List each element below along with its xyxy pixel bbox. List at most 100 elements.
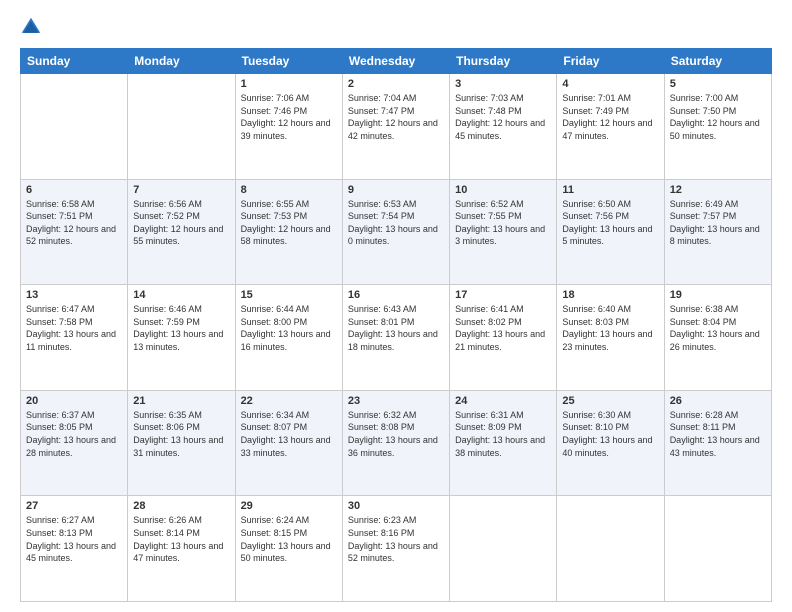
calendar-cell: 24 Sunrise: 6:31 AMSunset: 8:09 PMDayligh… [450, 390, 557, 496]
calendar-week-row: 20 Sunrise: 6:37 AMSunset: 8:05 PMDayligh… [21, 390, 772, 496]
calendar-cell: 27 Sunrise: 6:27 AMSunset: 8:13 PMDayligh… [21, 496, 128, 602]
calendar-cell: 21 Sunrise: 6:35 AMSunset: 8:06 PMDayligh… [128, 390, 235, 496]
calendar-cell: 1 Sunrise: 7:06 AMSunset: 7:46 PMDaylight… [235, 74, 342, 180]
calendar-week-row: 1 Sunrise: 7:06 AMSunset: 7:46 PMDaylight… [21, 74, 772, 180]
day-number: 13 [26, 289, 122, 301]
calendar: SundayMondayTuesdayWednesdayThursdayFrid… [20, 48, 772, 602]
header [20, 16, 772, 38]
day-number: 17 [455, 289, 551, 301]
calendar-cell: 23 Sunrise: 6:32 AMSunset: 8:08 PMDayligh… [342, 390, 449, 496]
calendar-cell: 6Sunrise: 6:58 AMSunset: 7:51 PMDaylight… [21, 179, 128, 285]
cell-info: Sunrise: 6:47 AMSunset: 7:58 PMDaylight:… [26, 303, 122, 353]
cell-info: Sunrise: 6:28 AMSunset: 8:11 PMDaylight:… [670, 409, 766, 459]
day-number: 7 [133, 184, 229, 196]
calendar-cell: 30 Sunrise: 6:23 AMSunset: 8:16 PMDayligh… [342, 496, 449, 602]
day-number: 6 [26, 184, 122, 196]
calendar-cell: 25 Sunrise: 6:30 AMSunset: 8:10 PMDayligh… [557, 390, 664, 496]
calendar-cell: 13 Sunrise: 6:47 AMSunset: 7:58 PMDayligh… [21, 285, 128, 391]
calendar-cell [450, 496, 557, 602]
calendar-cell: 9 Sunrise: 6:53 AMSunset: 7:54 PMDaylight… [342, 179, 449, 285]
calendar-cell: 20 Sunrise: 6:37 AMSunset: 8:05 PMDayligh… [21, 390, 128, 496]
calendar-cell: 12Sunrise: 6:49 AMSunset: 7:57 PMDayligh… [664, 179, 771, 285]
cell-info: Sunrise: 6:52 AMSunset: 7:55 PMDaylight:… [455, 198, 551, 248]
day-number: 3 [455, 78, 551, 90]
day-number: 18 [562, 289, 658, 301]
day-header-tuesday: Tuesday [235, 49, 342, 74]
cell-info: Sunrise: 6:41 AMSunset: 8:02 PMDaylight:… [455, 303, 551, 353]
calendar-cell: 16 Sunrise: 6:43 AMSunset: 8:01 PMDayligh… [342, 285, 449, 391]
calendar-cell [664, 496, 771, 602]
calendar-cell: 19Sunrise: 6:38 AMSunset: 8:04 PMDayligh… [664, 285, 771, 391]
cell-info: Sunrise: 6:40 AMSunset: 8:03 PMDaylight:… [562, 303, 658, 353]
day-number: 11 [562, 184, 658, 196]
day-number: 12 [670, 184, 766, 196]
day-number: 9 [348, 184, 444, 196]
calendar-cell: 29 Sunrise: 6:24 AMSunset: 8:15 PMDayligh… [235, 496, 342, 602]
calendar-cell: 22 Sunrise: 6:34 AMSunset: 8:07 PMDayligh… [235, 390, 342, 496]
cell-info: Sunrise: 6:32 AMSunset: 8:08 PMDaylight:… [348, 409, 444, 459]
cell-info: Sunrise: 6:23 AMSunset: 8:16 PMDaylight:… [348, 514, 444, 564]
calendar-week-row: 27 Sunrise: 6:27 AMSunset: 8:13 PMDayligh… [21, 496, 772, 602]
day-number: 14 [133, 289, 229, 301]
cell-info: Sunrise: 6:30 AMSunset: 8:10 PMDaylight:… [562, 409, 658, 459]
cell-info: Sunrise: 6:50 AMSunset: 7:56 PMDaylight:… [562, 198, 658, 248]
day-number: 22 [241, 395, 337, 407]
cell-info: Sunrise: 6:34 AMSunset: 8:07 PMDaylight:… [241, 409, 337, 459]
day-number: 28 [133, 500, 229, 512]
calendar-header-row: SundayMondayTuesdayWednesdayThursdayFrid… [21, 49, 772, 74]
cell-info: Sunrise: 6:26 AMSunset: 8:14 PMDaylight:… [133, 514, 229, 564]
day-number: 29 [241, 500, 337, 512]
calendar-cell: 28 Sunrise: 6:26 AMSunset: 8:14 PMDayligh… [128, 496, 235, 602]
calendar-cell: 15 Sunrise: 6:44 AMSunset: 8:00 PMDayligh… [235, 285, 342, 391]
day-number: 16 [348, 289, 444, 301]
calendar-cell: 7Sunrise: 6:56 AMSunset: 7:52 PMDaylight… [128, 179, 235, 285]
calendar-cell: 10 Sunrise: 6:52 AMSunset: 7:55 PMDayligh… [450, 179, 557, 285]
cell-info: Sunrise: 6:55 AMSunset: 7:53 PMDaylight:… [241, 198, 337, 248]
day-number: 10 [455, 184, 551, 196]
cell-info: Sunrise: 6:43 AMSunset: 8:01 PMDaylight:… [348, 303, 444, 353]
cell-info: Sunrise: 7:03 AMSunset: 7:48 PMDaylight:… [455, 92, 551, 142]
day-header-thursday: Thursday [450, 49, 557, 74]
day-number: 1 [241, 78, 337, 90]
day-number: 26 [670, 395, 766, 407]
cell-info: Sunrise: 6:44 AMSunset: 8:00 PMDaylight:… [241, 303, 337, 353]
cell-info: Sunrise: 6:35 AMSunset: 8:06 PMDaylight:… [133, 409, 229, 459]
day-number: 5 [670, 78, 766, 90]
cell-info: Sunrise: 7:06 AMSunset: 7:46 PMDaylight:… [241, 92, 337, 142]
day-number: 23 [348, 395, 444, 407]
day-number: 8 [241, 184, 337, 196]
calendar-cell: 14 Sunrise: 6:46 AMSunset: 7:59 PMDayligh… [128, 285, 235, 391]
day-number: 27 [26, 500, 122, 512]
calendar-cell: 4 Sunrise: 7:01 AMSunset: 7:49 PMDaylight… [557, 74, 664, 180]
day-header-sunday: Sunday [21, 49, 128, 74]
logo [20, 16, 46, 38]
day-number: 24 [455, 395, 551, 407]
cell-info: Sunrise: 6:27 AMSunset: 8:13 PMDaylight:… [26, 514, 122, 564]
day-header-friday: Friday [557, 49, 664, 74]
cell-info: Sunrise: 6:31 AMSunset: 8:09 PMDaylight:… [455, 409, 551, 459]
calendar-cell: 8 Sunrise: 6:55 AMSunset: 7:53 PMDaylight… [235, 179, 342, 285]
cell-info: Sunrise: 6:46 AMSunset: 7:59 PMDaylight:… [133, 303, 229, 353]
cell-info: Sunrise: 6:53 AMSunset: 7:54 PMDaylight:… [348, 198, 444, 248]
day-header-monday: Monday [128, 49, 235, 74]
calendar-cell: 18 Sunrise: 6:40 AMSunset: 8:03 PMDayligh… [557, 285, 664, 391]
day-number: 2 [348, 78, 444, 90]
logo-icon [20, 16, 42, 38]
cell-info: Sunrise: 6:24 AMSunset: 8:15 PMDaylight:… [241, 514, 337, 564]
day-number: 4 [562, 78, 658, 90]
calendar-cell: 17 Sunrise: 6:41 AMSunset: 8:02 PMDayligh… [450, 285, 557, 391]
calendar-cell: 11 Sunrise: 6:50 AMSunset: 7:56 PMDayligh… [557, 179, 664, 285]
cell-info: Sunrise: 7:04 AMSunset: 7:47 PMDaylight:… [348, 92, 444, 142]
calendar-cell: 26 Sunrise: 6:28 AMSunset: 8:11 PMDayligh… [664, 390, 771, 496]
cell-info: Sunrise: 7:01 AMSunset: 7:49 PMDaylight:… [562, 92, 658, 142]
day-number: 20 [26, 395, 122, 407]
day-number: 15 [241, 289, 337, 301]
day-number: 30 [348, 500, 444, 512]
day-number: 19 [670, 289, 766, 301]
day-number: 25 [562, 395, 658, 407]
calendar-week-row: 6Sunrise: 6:58 AMSunset: 7:51 PMDaylight… [21, 179, 772, 285]
calendar-cell [128, 74, 235, 180]
cell-info: Sunrise: 6:37 AMSunset: 8:05 PMDaylight:… [26, 409, 122, 459]
calendar-cell [557, 496, 664, 602]
day-number: 21 [133, 395, 229, 407]
